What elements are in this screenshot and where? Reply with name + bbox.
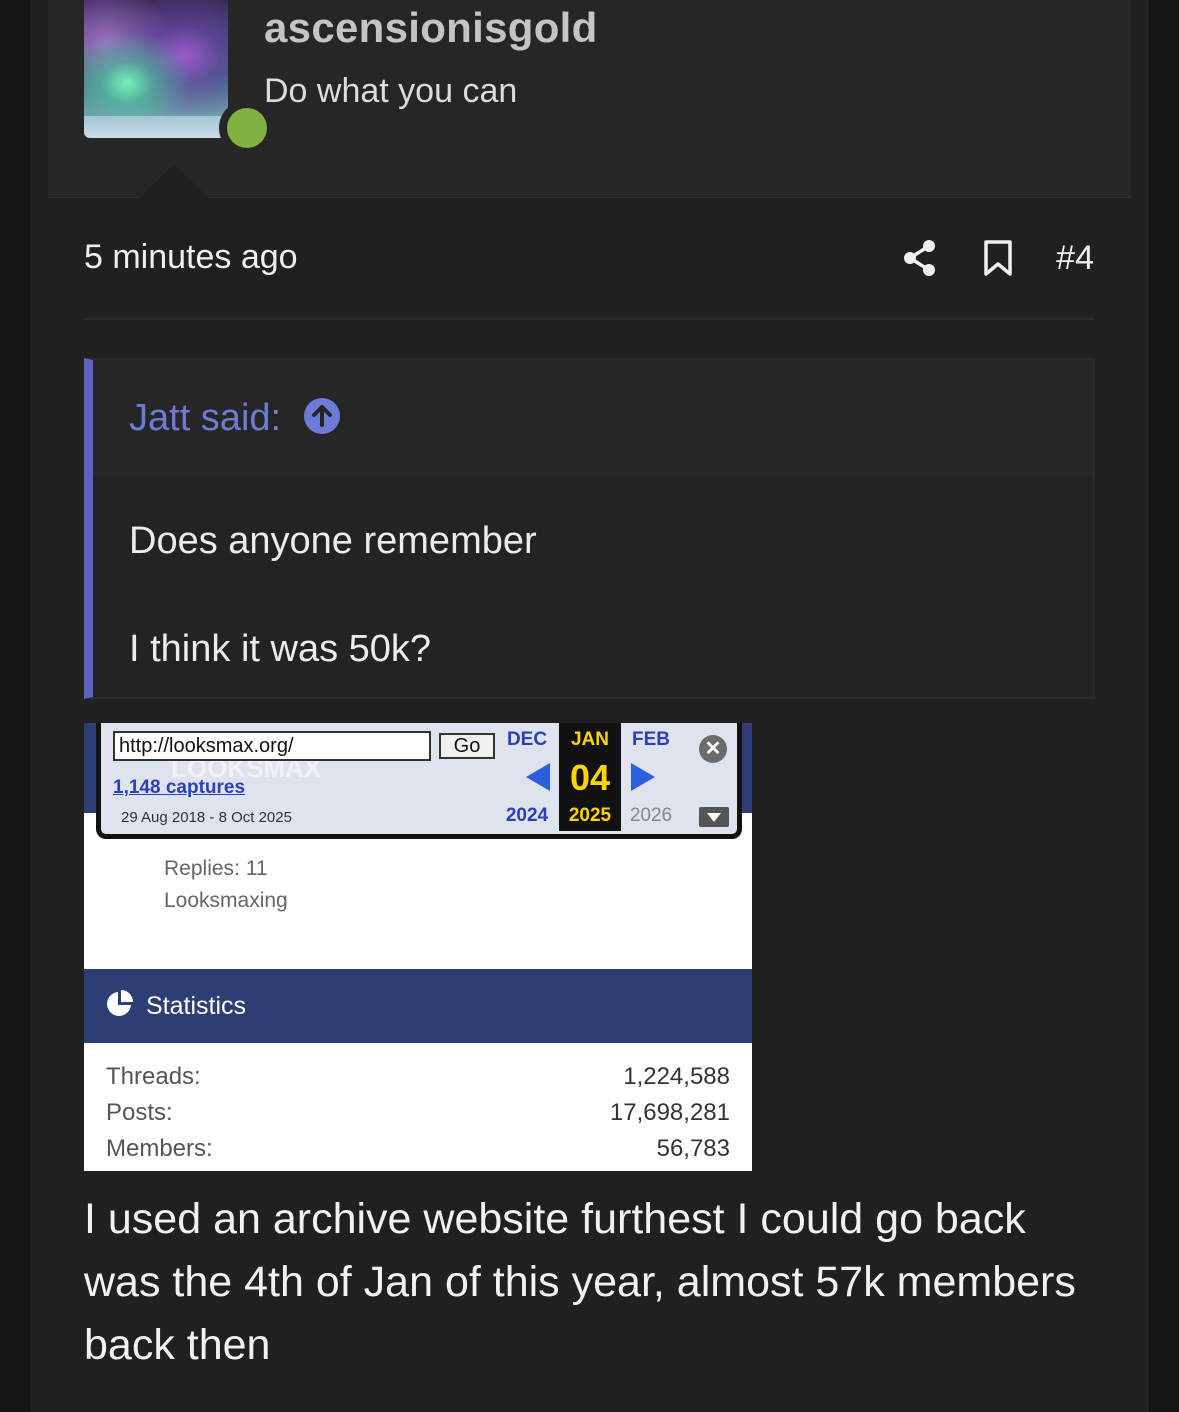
stat-label: Posts:	[106, 1099, 173, 1126]
avatar[interactable]	[84, 0, 228, 138]
card-pointer	[138, 164, 210, 199]
wayback-year-next: 2026	[629, 805, 673, 826]
wayback-next-arrow-icon	[631, 763, 655, 791]
wayback-month-current: JAN	[570, 729, 609, 750]
wayback-dropdown-icon	[699, 807, 729, 827]
post-timestamp[interactable]: 5 minutes ago	[84, 238, 298, 277]
wayback-url-input: http://looksmax.org/	[113, 731, 431, 761]
quote-header: Jatt said:	[93, 360, 1093, 476]
post-number-link[interactable]: #4	[1056, 239, 1094, 278]
quote-block: Jatt said: Does anyone remember I think …	[84, 358, 1095, 699]
quote-content: Does anyone remember I think it was 50k?	[93, 476, 1093, 676]
bookmark-icon[interactable]	[978, 236, 1018, 280]
wayback-captures-link: 1,148 captures	[113, 777, 246, 798]
stat-label: Members:	[106, 1135, 213, 1162]
wayback-month-prev: DEC	[506, 729, 548, 750]
wayback-go-button: Go	[439, 733, 495, 759]
pie-chart-icon	[104, 989, 134, 1024]
user-title: Do what you can	[264, 72, 518, 110]
wayback-toolbar: LOOKSMAX http://looksmax.org/ Go 1,148 c…	[96, 723, 742, 839]
wayback-day: 04	[569, 757, 611, 798]
stat-row: Threads: 1,224,588	[106, 1063, 730, 1091]
thread-forum: Looksmaxing	[164, 889, 288, 912]
wayback-year-current: 2025	[568, 805, 612, 826]
quote-line: I think it was 50k?	[129, 628, 432, 670]
stat-row: Members: 56,783	[106, 1135, 730, 1163]
wayback-prev-arrow-icon	[526, 763, 550, 791]
stat-label: Threads:	[106, 1063, 201, 1090]
quote-author-link[interactable]: Jatt said:	[129, 397, 281, 440]
thread-replies: Replies: 11	[164, 857, 268, 880]
wayback-close-icon: ✕	[699, 735, 727, 763]
wayback-month-next: FEB	[632, 729, 670, 750]
jump-to-quote-icon[interactable]	[303, 397, 341, 440]
stat-value: 17,698,281	[609, 1099, 730, 1126]
statistics-header: Statistics	[84, 969, 752, 1043]
post-actions: #4	[900, 236, 1094, 280]
divider	[84, 318, 1095, 320]
post-body: I used an archive website furthest I cou…	[84, 1195, 1076, 1369]
stat-row: Posts: 17,698,281	[106, 1099, 730, 1127]
quote-line: Does anyone remember	[129, 520, 537, 562]
username[interactable]: ascensionisgold	[264, 4, 598, 52]
attached-screenshot[interactable]: LOOKSMAX http://looksmax.org/ Go 1,148 c…	[84, 723, 752, 1171]
stat-value: 56,783	[656, 1135, 730, 1162]
user-card: ascensionisgold Do what you can	[48, 0, 1131, 199]
wayback-year-prev: 2024	[505, 805, 549, 826]
page: ascensionisgold Do what you can 5 minute…	[30, 0, 1149, 1412]
stat-value: 1,224,588	[623, 1063, 730, 1090]
share-icon[interactable]	[900, 236, 940, 280]
statistics-title: Statistics	[146, 991, 247, 1020]
wayback-date-range: 29 Aug 2018 - 8 Oct 2025	[121, 809, 292, 826]
